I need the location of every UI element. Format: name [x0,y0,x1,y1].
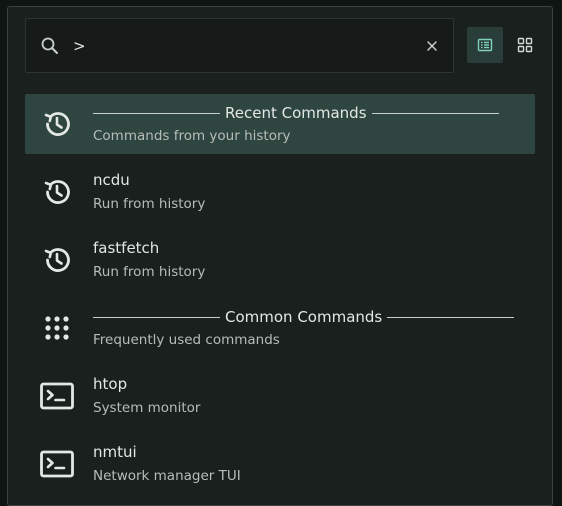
list-item-subtitle: Network manager TUI [93,468,241,484]
section-header-label: Recent Commands [225,104,367,122]
results-list: Recent Commands Commands from your histo… [25,94,535,502]
list-item-subtitle: Run from history [93,264,206,280]
terminal-icon [40,450,74,478]
list-item-fastfetch[interactable]: fastfetch Run from history [25,230,535,298]
grid-view-icon [517,37,533,53]
list-item-subtitle: Commands from your history [93,128,291,144]
history-icon [44,248,70,272]
search-icon [41,37,58,54]
list-item-htop[interactable]: htop System monitor [25,366,535,434]
history-icon [44,112,70,136]
list-item-title: nmtui [93,443,137,461]
list-item-subtitle: System monitor [93,400,201,416]
list-item-title: htop [93,375,128,393]
section-header: Recent Commands [93,103,499,123]
list-item-common-commands[interactable]: Common Commands Frequently used commands [25,298,535,366]
list-item-nmtui[interactable]: nmtui Network manager TUI [25,434,535,502]
list-item-ncdu[interactable]: ncdu Run from history [25,162,535,230]
list-item-subtitle: Frequently used commands [93,332,280,348]
search-box[interactable] [25,18,454,73]
search-input[interactable] [73,33,403,59]
list-view-icon [477,38,493,52]
section-header-label: Common Commands [225,308,383,326]
dots-grid-icon [45,316,69,340]
terminal-icon [40,382,74,410]
close-icon[interactable] [421,35,443,57]
list-item-title: ncdu [93,171,130,189]
list-item-title: fastfetch [93,239,160,257]
list-item-recent-commands[interactable]: Recent Commands Commands from your histo… [25,94,535,154]
list-item-subtitle: Run from history [93,196,206,212]
section-header: Common Commands [93,307,515,327]
list-view-button[interactable] [467,27,503,63]
grid-view-button[interactable] [507,27,543,63]
history-icon [44,180,70,204]
